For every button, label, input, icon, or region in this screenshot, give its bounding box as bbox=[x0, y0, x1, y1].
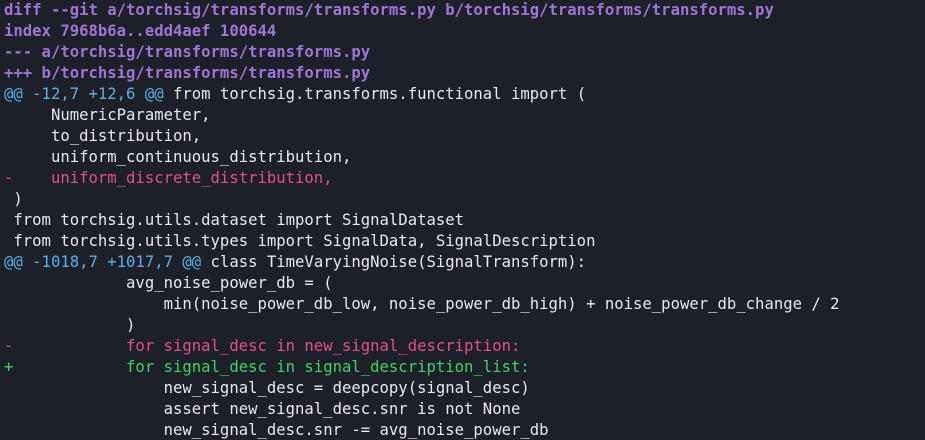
diff-deleted-line: - for signal_desc in new_signal_descript… bbox=[4, 337, 521, 355]
diff-context-line: to_distribution, bbox=[4, 127, 202, 145]
hunk-range: @@ -1018,7 +1017,7 @@ bbox=[4, 253, 202, 271]
hunk-header-1: @@ -12,7 +12,6 @@ from torchsig.transfor… bbox=[4, 84, 925, 105]
diff-context-line: new_signal_desc = deepcopy(signal_desc) bbox=[4, 379, 530, 397]
diff-context-line: ) bbox=[4, 190, 23, 208]
diff-header-git: diff --git a/torchsig/transforms/transfo… bbox=[4, 1, 774, 19]
diff-context-line: avg_noise_power_db = ( bbox=[4, 274, 333, 292]
terminal-window[interactable]: diff --git a/torchsig/transforms/transfo… bbox=[0, 0, 925, 440]
diff-header-index: index 7968b6a..edd4aef 100644 bbox=[4, 22, 277, 40]
diff-deleted-line: - uniform_discrete_distribution, bbox=[4, 169, 333, 187]
diff-context-line: min(noise_power_db_low, noise_power_db_h… bbox=[4, 295, 840, 313]
hunk-context: class TimeVaryingNoise(SignalTransform): bbox=[201, 253, 587, 271]
diff-context-line: from torchsig.utils.dataset import Signa… bbox=[4, 211, 465, 229]
diff-context-line: ) bbox=[4, 316, 136, 334]
diff-added-line: + for signal_desc in signal_description_… bbox=[4, 358, 530, 376]
diff-context-line: uniform_continuous_distribution, bbox=[4, 148, 352, 166]
hunk-range: @@ -12,7 +12,6 @@ bbox=[4, 85, 164, 103]
diff-context-line: from torchsig.utils.types import SignalD… bbox=[4, 232, 596, 250]
diff-header-old-file: --- a/torchsig/transforms/transforms.py bbox=[4, 43, 371, 61]
hunk-context: from torchsig.transforms.functional impo… bbox=[163, 85, 587, 103]
diff-context-line: NumericParameter, bbox=[4, 106, 211, 124]
diff-context-line: new_signal_desc.snr -= avg_noise_power_d… bbox=[4, 421, 549, 439]
hunk-header-2: @@ -1018,7 +1017,7 @@ class TimeVaryingN… bbox=[4, 252, 925, 273]
diff-header-new-file: +++ b/torchsig/transforms/transforms.py bbox=[4, 64, 371, 82]
diff-context-line: assert new_signal_desc.snr is not None bbox=[4, 400, 521, 418]
